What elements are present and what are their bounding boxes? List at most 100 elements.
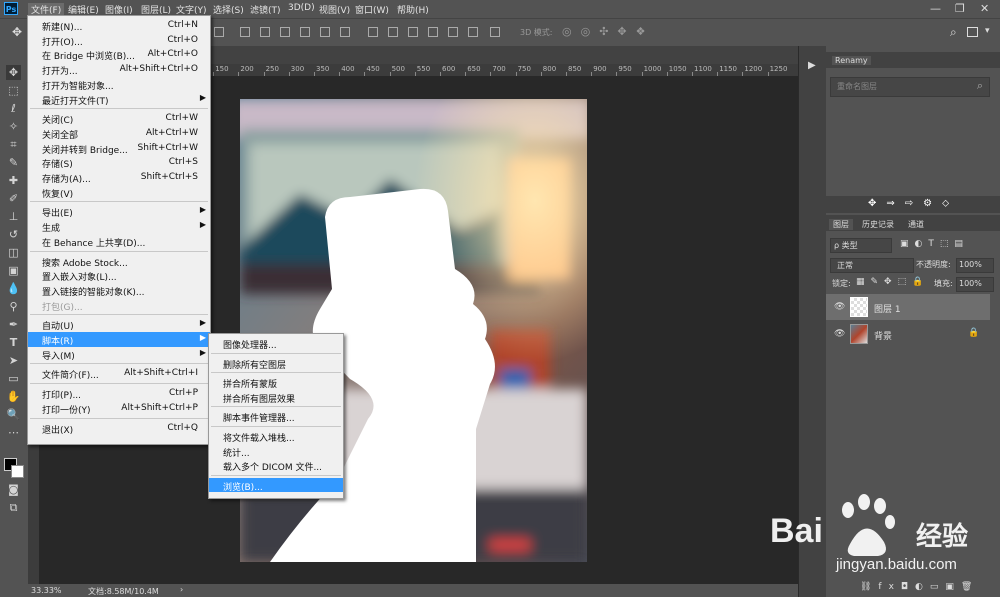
dodge-tool-icon[interactable]: ⚲ — [6, 299, 21, 314]
marquee-tool-icon[interactable]: ⬚ — [6, 83, 21, 98]
menu-item[interactable]: 存储为(A)... Shift+Ctrl+S — [28, 170, 210, 185]
quick-mask-icon[interactable]: ◙ — [6, 482, 21, 497]
menu-item[interactable]: 搜索 Adobe Stock... — [28, 254, 210, 269]
history-brush-icon[interactable]: ↺ — [6, 227, 21, 242]
type-tool-icon[interactable]: T — [6, 335, 21, 350]
healing-tool-icon[interactable]: ✚ — [6, 173, 21, 188]
layer-filter-icons[interactable]: ▣◐T⬚▤ — [900, 239, 969, 249]
menu-view[interactable]: 视图(V) — [319, 3, 350, 16]
align-bottom-icon[interactable] — [340, 27, 350, 37]
menu-item[interactable]: 在 Bridge 中浏览(B)... Alt+Ctrl+O — [28, 47, 210, 62]
distribute-right-icon[interactable] — [468, 27, 478, 37]
menu-item[interactable]: 载入多个 DICOM 文件... — [209, 458, 343, 473]
menu-item[interactable]: 恢复(V) — [28, 185, 210, 200]
lasso-tool-icon[interactable]: ℓ — [6, 101, 21, 116]
menu-item[interactable]: 新建(N)... Ctrl+N — [28, 18, 210, 33]
menu-item[interactable]: 文件简介(F)... Alt+Shift+Ctrl+I — [28, 366, 210, 381]
opacity-input[interactable]: 100% — [956, 258, 994, 273]
menu-item[interactable]: 在 Behance 上共享(D)... — [28, 234, 210, 249]
tab-layers[interactable]: 图层 — [829, 219, 853, 230]
menu-item[interactable]: 删除所有空图层 — [209, 356, 343, 371]
brush-tool-icon[interactable]: ✐ — [6, 191, 21, 206]
3d-mode-icons[interactable]: ◎◎✣✥❖ — [562, 25, 655, 38]
workspace-dropdown-icon[interactable]: ▾ — [985, 26, 990, 36]
layer-row-background[interactable]: 👁 背景 🔒 — [826, 321, 990, 347]
menu-item[interactable]: 打开(O)... Ctrl+O — [28, 33, 210, 48]
move-tool-icon[interactable]: ✥ — [12, 25, 22, 39]
zoom-tool-icon[interactable]: 🔍 — [6, 407, 21, 422]
distribute-left-icon[interactable] — [428, 27, 438, 37]
align-right-icon[interactable] — [280, 27, 290, 37]
rectangle-tool-icon[interactable]: ▭ — [6, 371, 21, 386]
menu-item[interactable]: 关闭全部 Alt+Ctrl+W — [28, 126, 210, 141]
menu-item[interactable]: 浏览(B)... — [209, 477, 343, 493]
more-tools-icon[interactable]: ⋯ — [6, 425, 21, 440]
menu-select[interactable]: 选择(S) — [213, 3, 244, 16]
move-tool-icon[interactable]: ✥ — [6, 65, 21, 80]
close-button[interactable]: ✕ — [980, 2, 989, 15]
distribute-middle-icon[interactable] — [388, 27, 398, 37]
menu-item[interactable]: 打印(P)... Ctrl+P — [28, 386, 210, 401]
distribute-top-icon[interactable] — [368, 27, 378, 37]
gradient-tool-icon[interactable]: ▣ — [6, 263, 21, 278]
menu-item[interactable]: 拼合所有图层效果 — [209, 390, 343, 405]
tab-history[interactable]: 历史记录 — [862, 219, 894, 230]
search-icon[interactable]: ⌕ — [950, 25, 957, 40]
menu-item[interactable]: 导出(E) ▶ — [28, 204, 210, 219]
blur-tool-icon[interactable]: 💧 — [6, 281, 21, 296]
play-action-icon[interactable]: ▶ — [808, 60, 816, 71]
align-middle-icon[interactable] — [320, 27, 330, 37]
pen-tool-icon[interactable]: ✒ — [6, 317, 21, 332]
lock-icons[interactable]: ▦✎✥⬚🔒 — [856, 277, 929, 287]
fill-input[interactable]: 100% — [956, 277, 994, 292]
visibility-eye-icon[interactable]: 👁 — [834, 329, 845, 339]
renamy-input[interactable]: 重命名图层 ⌕ — [830, 77, 990, 97]
status-arrow-icon[interactable]: › — [180, 585, 183, 594]
distribute-bottom-icon[interactable] — [408, 27, 418, 37]
menu-item[interactable]: 最近打开文件(T) ▶ — [28, 92, 210, 107]
menu-item[interactable]: 脚本(R) ▶ — [28, 332, 210, 347]
layers-footer-icons[interactable]: ⛓fx◘◐▭▣🗑 — [860, 582, 979, 592]
menu-item[interactable]: 统计... — [209, 444, 343, 459]
menu-item[interactable]: 图像处理器... — [209, 336, 343, 351]
screen-mode-icon[interactable]: ⧉ — [6, 500, 21, 515]
renamy-tab[interactable]: Renamy — [832, 56, 871, 65]
visibility-eye-icon[interactable]: 👁 — [834, 302, 845, 312]
maximize-button[interactable]: ❐ — [955, 2, 965, 15]
path-select-icon[interactable]: ➤ — [6, 353, 21, 368]
menu-help[interactable]: 帮助(H) — [397, 3, 429, 16]
menu-item[interactable]: 打印一份(Y) Alt+Shift+Ctrl+P — [28, 401, 210, 416]
menu-filter[interactable]: 滤镜(T) — [250, 3, 281, 16]
menu-item[interactable]: 自动(U) ▶ — [28, 317, 210, 332]
blend-mode-select[interactable]: 正常 — [830, 258, 914, 273]
eraser-tool-icon[interactable]: ◫ — [6, 245, 21, 260]
menu-item[interactable]: 关闭(C) Ctrl+W — [28, 111, 210, 126]
tab-channels[interactable]: 通道 — [908, 219, 924, 230]
auto-align-icon[interactable] — [490, 27, 500, 37]
search-icon[interactable]: ⌕ — [977, 79, 983, 93]
menu-item[interactable]: 置入链接的智能对象(K)... — [28, 283, 210, 298]
menu-item[interactable]: 拼合所有蒙版 — [209, 375, 343, 390]
menu-item[interactable]: 导入(M) ▶ — [28, 347, 210, 362]
align-option-icon[interactable] — [214, 27, 224, 37]
menu-item[interactable]: 关闭并转到 Bridge... Shift+Ctrl+W — [28, 141, 210, 156]
stamp-tool-icon[interactable]: ⊥ — [6, 209, 21, 224]
align-left-icon[interactable] — [240, 27, 250, 37]
menu-item[interactable]: 生成 ▶ — [28, 219, 210, 234]
menu-item[interactable]: 置入嵌入对象(L)... — [28, 268, 210, 283]
distribute-center-icon[interactable] — [448, 27, 458, 37]
hand-tool-icon[interactable]: ✋ — [6, 389, 21, 404]
layer-row-1[interactable]: 👁 图层 1 — [826, 294, 990, 320]
menu-3d[interactable]: 3D(D) — [288, 3, 315, 13]
menu-item[interactable]: 打开为... Alt+Shift+Ctrl+O — [28, 62, 210, 77]
menu-window[interactable]: 窗口(W) — [355, 3, 389, 16]
panel-strip-icons[interactable]: ✥⇒⇨⚙⬦ — [868, 198, 959, 209]
magic-wand-tool-icon[interactable]: ✧ — [6, 119, 21, 134]
workspace-icon[interactable] — [967, 27, 978, 37]
crop-tool-icon[interactable]: ⌗ — [6, 137, 21, 152]
menu-item[interactable]: 将文件载入堆栈... — [209, 429, 343, 444]
align-top-icon[interactable] — [300, 27, 310, 37]
align-center-icon[interactable] — [260, 27, 270, 37]
minimize-button[interactable]: — — [930, 2, 941, 15]
layer-filter-select[interactable]: ρ 类型 — [830, 238, 892, 253]
